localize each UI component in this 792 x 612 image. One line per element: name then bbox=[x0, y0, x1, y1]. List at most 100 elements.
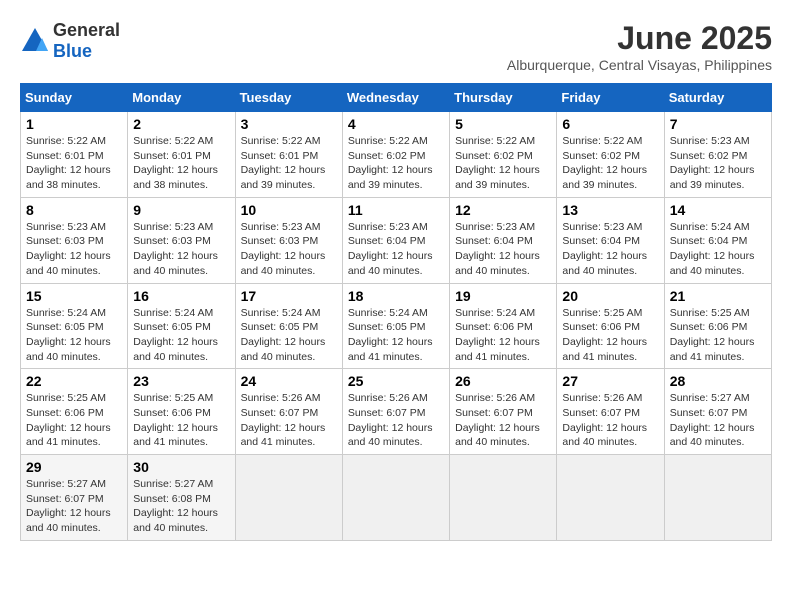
day-detail: Sunrise: 5:27 AM Sunset: 6:07 PM Dayligh… bbox=[26, 477, 122, 536]
day-detail: Sunrise: 5:25 AM Sunset: 6:06 PM Dayligh… bbox=[133, 391, 229, 450]
day-number: 29 bbox=[26, 459, 122, 475]
day-detail: Sunrise: 5:23 AM Sunset: 6:02 PM Dayligh… bbox=[670, 134, 766, 193]
table-cell bbox=[664, 455, 771, 541]
logo-icon bbox=[20, 26, 50, 56]
day-detail: Sunrise: 5:22 AM Sunset: 6:01 PM Dayligh… bbox=[26, 134, 122, 193]
day-number: 18 bbox=[348, 288, 444, 304]
table-cell: 23 Sunrise: 5:25 AM Sunset: 6:06 PM Dayli… bbox=[128, 369, 235, 455]
table-cell: 25 Sunrise: 5:26 AM Sunset: 6:07 PM Dayli… bbox=[342, 369, 449, 455]
day-detail: Sunrise: 5:27 AM Sunset: 6:08 PM Dayligh… bbox=[133, 477, 229, 536]
week-row-2: 8 Sunrise: 5:23 AM Sunset: 6:03 PM Daylig… bbox=[21, 197, 772, 283]
day-detail: Sunrise: 5:24 AM Sunset: 6:05 PM Dayligh… bbox=[241, 306, 337, 365]
day-number: 8 bbox=[26, 202, 122, 218]
logo-general: General bbox=[53, 20, 120, 40]
table-cell: 8 Sunrise: 5:23 AM Sunset: 6:03 PM Daylig… bbox=[21, 197, 128, 283]
location-title: Alburquerque, Central Visayas, Philippin… bbox=[507, 57, 772, 73]
day-number: 21 bbox=[670, 288, 766, 304]
day-number: 22 bbox=[26, 373, 122, 389]
logo-text: General Blue bbox=[53, 20, 120, 62]
title-area: June 2025 Alburquerque, Central Visayas,… bbox=[507, 20, 772, 73]
day-number: 28 bbox=[670, 373, 766, 389]
table-cell bbox=[557, 455, 664, 541]
table-cell: 13Sunrise: 5:23 AM Sunset: 6:04 PM Dayli… bbox=[557, 197, 664, 283]
month-title: June 2025 bbox=[507, 20, 772, 57]
table-cell: 6Sunrise: 5:22 AM Sunset: 6:02 PM Daylig… bbox=[557, 112, 664, 198]
day-number: 2 bbox=[133, 116, 229, 132]
day-detail: Sunrise: 5:25 AM Sunset: 6:06 PM Dayligh… bbox=[670, 306, 766, 365]
table-cell: 26Sunrise: 5:26 AM Sunset: 6:07 PM Dayli… bbox=[450, 369, 557, 455]
week-row-5: 29 Sunrise: 5:27 AM Sunset: 6:07 PM Dayli… bbox=[21, 455, 772, 541]
table-cell: 17 Sunrise: 5:24 AM Sunset: 6:05 PM Dayli… bbox=[235, 283, 342, 369]
day-detail: Sunrise: 5:26 AM Sunset: 6:07 PM Dayligh… bbox=[348, 391, 444, 450]
table-cell: 7 Sunrise: 5:23 AM Sunset: 6:02 PM Daylig… bbox=[664, 112, 771, 198]
day-detail: Sunrise: 5:22 AM Sunset: 6:01 PM Dayligh… bbox=[241, 134, 337, 193]
day-number: 9 bbox=[133, 202, 229, 218]
header-monday: Monday bbox=[128, 84, 235, 112]
day-detail: Sunrise: 5:22 AM Sunset: 6:01 PM Dayligh… bbox=[133, 134, 229, 193]
table-cell bbox=[342, 455, 449, 541]
day-number: 17 bbox=[241, 288, 337, 304]
day-detail: Sunrise: 5:23 AM Sunset: 6:04 PM Dayligh… bbox=[455, 220, 551, 279]
header-saturday: Saturday bbox=[664, 84, 771, 112]
day-number: 5 bbox=[455, 116, 551, 132]
header-wednesday: Wednesday bbox=[342, 84, 449, 112]
table-cell: 12Sunrise: 5:23 AM Sunset: 6:04 PM Dayli… bbox=[450, 197, 557, 283]
table-cell: 4 Sunrise: 5:22 AM Sunset: 6:02 PM Daylig… bbox=[342, 112, 449, 198]
day-detail: Sunrise: 5:23 AM Sunset: 6:03 PM Dayligh… bbox=[241, 220, 337, 279]
week-row-4: 22 Sunrise: 5:25 AM Sunset: 6:06 PM Dayli… bbox=[21, 369, 772, 455]
table-cell: 30 Sunrise: 5:27 AM Sunset: 6:08 PM Dayli… bbox=[128, 455, 235, 541]
day-number: 27 bbox=[562, 373, 658, 389]
table-cell: 29 Sunrise: 5:27 AM Sunset: 6:07 PM Dayli… bbox=[21, 455, 128, 541]
header-sunday: Sunday bbox=[21, 84, 128, 112]
day-number: 23 bbox=[133, 373, 229, 389]
header-thursday: Thursday bbox=[450, 84, 557, 112]
logo: General Blue bbox=[20, 20, 120, 62]
day-number: 15 bbox=[26, 288, 122, 304]
day-number: 16 bbox=[133, 288, 229, 304]
day-number: 1 bbox=[26, 116, 122, 132]
week-row-1: 1 Sunrise: 5:22 AM Sunset: 6:01 PM Daylig… bbox=[21, 112, 772, 198]
day-detail: Sunrise: 5:25 AM Sunset: 6:06 PM Dayligh… bbox=[26, 391, 122, 450]
day-detail: Sunrise: 5:24 AM Sunset: 6:05 PM Dayligh… bbox=[26, 306, 122, 365]
day-number: 14 bbox=[670, 202, 766, 218]
calendar-table: Sunday Monday Tuesday Wednesday Thursday… bbox=[20, 83, 772, 541]
table-cell: 27Sunrise: 5:26 AM Sunset: 6:07 PM Dayli… bbox=[557, 369, 664, 455]
day-detail: Sunrise: 5:24 AM Sunset: 6:05 PM Dayligh… bbox=[348, 306, 444, 365]
page-header: General Blue June 2025 Alburquerque, Cen… bbox=[20, 20, 772, 73]
table-cell: 5 Sunrise: 5:22 AM Sunset: 6:02 PM Daylig… bbox=[450, 112, 557, 198]
day-detail: Sunrise: 5:22 AM Sunset: 6:02 PM Dayligh… bbox=[348, 134, 444, 193]
table-cell: 22 Sunrise: 5:25 AM Sunset: 6:06 PM Dayli… bbox=[21, 369, 128, 455]
day-detail: Sunrise: 5:23 AM Sunset: 6:03 PM Dayligh… bbox=[26, 220, 122, 279]
table-cell: 16Sunrise: 5:24 AM Sunset: 6:05 PM Dayli… bbox=[128, 283, 235, 369]
day-detail: Sunrise: 5:23 AM Sunset: 6:03 PM Dayligh… bbox=[133, 220, 229, 279]
header-tuesday: Tuesday bbox=[235, 84, 342, 112]
table-cell: 20Sunrise: 5:25 AM Sunset: 6:06 PM Dayli… bbox=[557, 283, 664, 369]
day-detail: Sunrise: 5:27 AM Sunset: 6:07 PM Dayligh… bbox=[670, 391, 766, 450]
table-cell: 15 Sunrise: 5:24 AM Sunset: 6:05 PM Dayli… bbox=[21, 283, 128, 369]
day-detail: Sunrise: 5:22 AM Sunset: 6:02 PM Dayligh… bbox=[455, 134, 551, 193]
table-cell bbox=[235, 455, 342, 541]
table-cell: 19Sunrise: 5:24 AM Sunset: 6:06 PM Dayli… bbox=[450, 283, 557, 369]
day-detail: Sunrise: 5:24 AM Sunset: 6:04 PM Dayligh… bbox=[670, 220, 766, 279]
week-row-3: 15 Sunrise: 5:24 AM Sunset: 6:05 PM Dayli… bbox=[21, 283, 772, 369]
table-cell: 1 Sunrise: 5:22 AM Sunset: 6:01 PM Daylig… bbox=[21, 112, 128, 198]
table-cell: 14 Sunrise: 5:24 AM Sunset: 6:04 PM Dayli… bbox=[664, 197, 771, 283]
table-cell: 11Sunrise: 5:23 AM Sunset: 6:04 PM Dayli… bbox=[342, 197, 449, 283]
day-detail: Sunrise: 5:26 AM Sunset: 6:07 PM Dayligh… bbox=[241, 391, 337, 450]
day-detail: Sunrise: 5:26 AM Sunset: 6:07 PM Dayligh… bbox=[455, 391, 551, 450]
table-cell: 10 Sunrise: 5:23 AM Sunset: 6:03 PM Dayli… bbox=[235, 197, 342, 283]
day-detail: Sunrise: 5:24 AM Sunset: 6:06 PM Dayligh… bbox=[455, 306, 551, 365]
header-friday: Friday bbox=[557, 84, 664, 112]
day-number: 4 bbox=[348, 116, 444, 132]
day-number: 24 bbox=[241, 373, 337, 389]
day-number: 11 bbox=[348, 202, 444, 218]
table-cell: 18 Sunrise: 5:24 AM Sunset: 6:05 PM Dayli… bbox=[342, 283, 449, 369]
day-number: 10 bbox=[241, 202, 337, 218]
day-number: 25 bbox=[348, 373, 444, 389]
day-number: 7 bbox=[670, 116, 766, 132]
day-number: 20 bbox=[562, 288, 658, 304]
day-number: 30 bbox=[133, 459, 229, 475]
table-cell: 28 Sunrise: 5:27 AM Sunset: 6:07 PM Dayli… bbox=[664, 369, 771, 455]
table-cell: 21 Sunrise: 5:25 AM Sunset: 6:06 PM Dayli… bbox=[664, 283, 771, 369]
table-cell: 24 Sunrise: 5:26 AM Sunset: 6:07 PM Dayli… bbox=[235, 369, 342, 455]
